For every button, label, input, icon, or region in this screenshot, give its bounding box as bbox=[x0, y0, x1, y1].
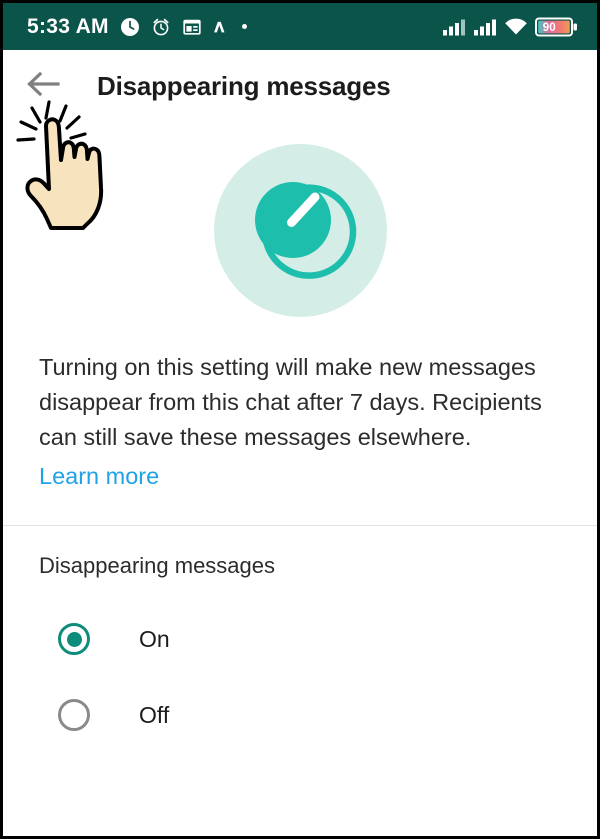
radio-off-unselected-icon[interactable] bbox=[58, 699, 90, 731]
page-title: Disappearing messages bbox=[97, 71, 391, 101]
caret-up-icon: ∧ bbox=[211, 17, 227, 36]
phone-screen: 5:33 AM ∧ 90 Disappearing messages Turni… bbox=[0, 0, 600, 839]
learn-more-link[interactable]: Learn more bbox=[39, 459, 159, 494]
status-bar: 5:33 AM ∧ 90 bbox=[3, 3, 597, 50]
description-block: Turning on this setting will make new me… bbox=[3, 350, 597, 494]
back-button[interactable] bbox=[17, 60, 71, 114]
hero-illustration bbox=[3, 123, 597, 338]
signal-bars-sim1-icon bbox=[442, 18, 466, 36]
option-label-on: On bbox=[139, 625, 170, 652]
hero-circle-background bbox=[213, 144, 387, 317]
alarm-icon bbox=[151, 17, 171, 37]
status-bar-left: 5:33 AM ∧ bbox=[27, 15, 248, 38]
section-divider bbox=[3, 525, 597, 526]
radio-inner-dot bbox=[66, 631, 82, 647]
timer-icon bbox=[235, 163, 365, 298]
wifi-icon bbox=[504, 18, 528, 36]
battery-icon: 90 bbox=[535, 16, 579, 38]
status-bar-clock: 5:33 AM bbox=[27, 15, 109, 38]
calendar-icon bbox=[182, 17, 202, 37]
description-text: Turning on this setting will make new me… bbox=[39, 354, 542, 450]
option-row-off[interactable]: Off bbox=[3, 677, 597, 753]
settings-options-group: On Off bbox=[3, 601, 597, 753]
back-arrow-icon bbox=[25, 69, 63, 104]
radio-on-selected-icon[interactable] bbox=[58, 623, 90, 655]
settings-section-label: Disappearing messages bbox=[39, 553, 276, 578]
app-bar: Disappearing messages bbox=[3, 50, 597, 123]
signal-bars-sim2-icon bbox=[473, 18, 497, 36]
dot-icon bbox=[242, 24, 248, 29]
battery-level-text: 90 bbox=[543, 22, 556, 34]
status-bar-right: 90 bbox=[442, 16, 579, 38]
option-row-on[interactable]: On bbox=[3, 601, 597, 677]
clock-icon bbox=[120, 17, 140, 37]
option-label-off: Off bbox=[139, 701, 170, 728]
